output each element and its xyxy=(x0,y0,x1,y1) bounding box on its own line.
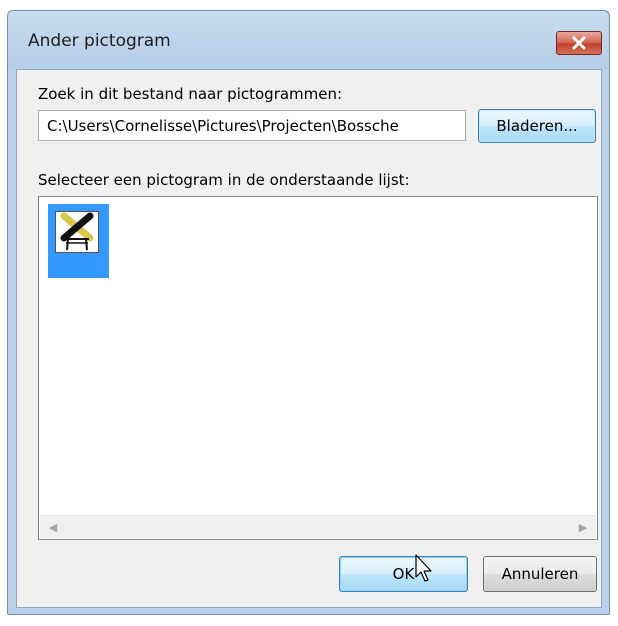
icon-list-label: Selecteer een pictogram in de onderstaan… xyxy=(38,171,410,189)
scroll-right-icon[interactable]: ▶ xyxy=(572,516,594,538)
file-path-input[interactable] xyxy=(38,110,466,141)
crossed-tools-scaffold-icon xyxy=(60,212,94,251)
title-bar[interactable]: Ander pictogram xyxy=(8,11,609,69)
close-button[interactable] xyxy=(556,31,602,55)
mouse-pointer-icon xyxy=(415,554,432,582)
horizontal-scrollbar[interactable]: ◀ ▶ xyxy=(40,515,596,538)
icon-list-item-selected[interactable] xyxy=(48,204,109,278)
window-title: Ander pictogram xyxy=(28,31,171,51)
icon-listbox[interactable]: ◀ ▶ xyxy=(38,196,598,540)
browse-button[interactable]: Bladeren... xyxy=(478,109,596,143)
scroll-left-icon[interactable]: ◀ xyxy=(42,516,64,538)
ok-button[interactable]: OK xyxy=(339,556,468,592)
file-search-label: Zoek in dit bestand naar pictogrammen: xyxy=(38,85,343,103)
icon-preview xyxy=(55,211,99,253)
close-x-icon xyxy=(572,36,586,50)
dialog-window: Ander pictogram Zoek in dit bestand naar… xyxy=(7,10,610,615)
cancel-button[interactable]: Annuleren xyxy=(483,556,597,592)
dialog-body: Zoek in dit bestand naar pictogrammen: B… xyxy=(16,69,602,608)
